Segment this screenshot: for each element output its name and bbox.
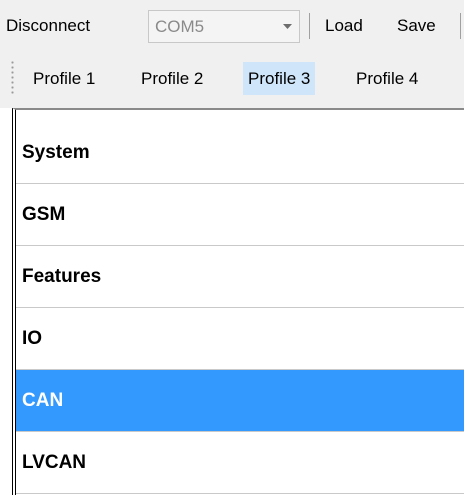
toolbar-grip-handle[interactable] — [11, 60, 14, 94]
port-select-value: COM5 — [155, 17, 205, 36]
tab-profile-4[interactable]: Profile 4 — [351, 62, 423, 95]
nav-item-io[interactable]: IO — [16, 308, 464, 370]
profile-toolbar: Profile 1 Profile 2 Profile 3 Profile 4 — [0, 50, 464, 108]
tab-profile-1[interactable]: Profile 1 — [28, 62, 100, 95]
nav-item-features[interactable]: Features — [16, 246, 464, 308]
tab-profile-3[interactable]: Profile 3 — [243, 62, 316, 95]
top-toolbar: Disconnect COM5 Load Save — [0, 0, 464, 50]
tab-profile-2[interactable]: Profile 2 — [136, 62, 208, 95]
nav-item-lvcan[interactable]: LVCAN — [16, 432, 464, 494]
save-button[interactable]: Save — [397, 12, 436, 40]
toolbar-separator — [309, 13, 310, 39]
chevron-down-icon — [283, 11, 292, 42]
nav-item-can[interactable]: CAN — [16, 370, 464, 432]
port-select[interactable]: COM5 — [148, 10, 300, 43]
nav-item-gsm[interactable]: GSM — [16, 184, 464, 246]
nav-item-system[interactable]: System — [16, 122, 464, 184]
settings-nav-list: System GSM Features IO CAN LVCAN — [12, 108, 464, 495]
toolbar-separator — [460, 13, 461, 39]
disconnect-button[interactable]: Disconnect — [6, 12, 90, 40]
load-button[interactable]: Load — [325, 12, 363, 40]
